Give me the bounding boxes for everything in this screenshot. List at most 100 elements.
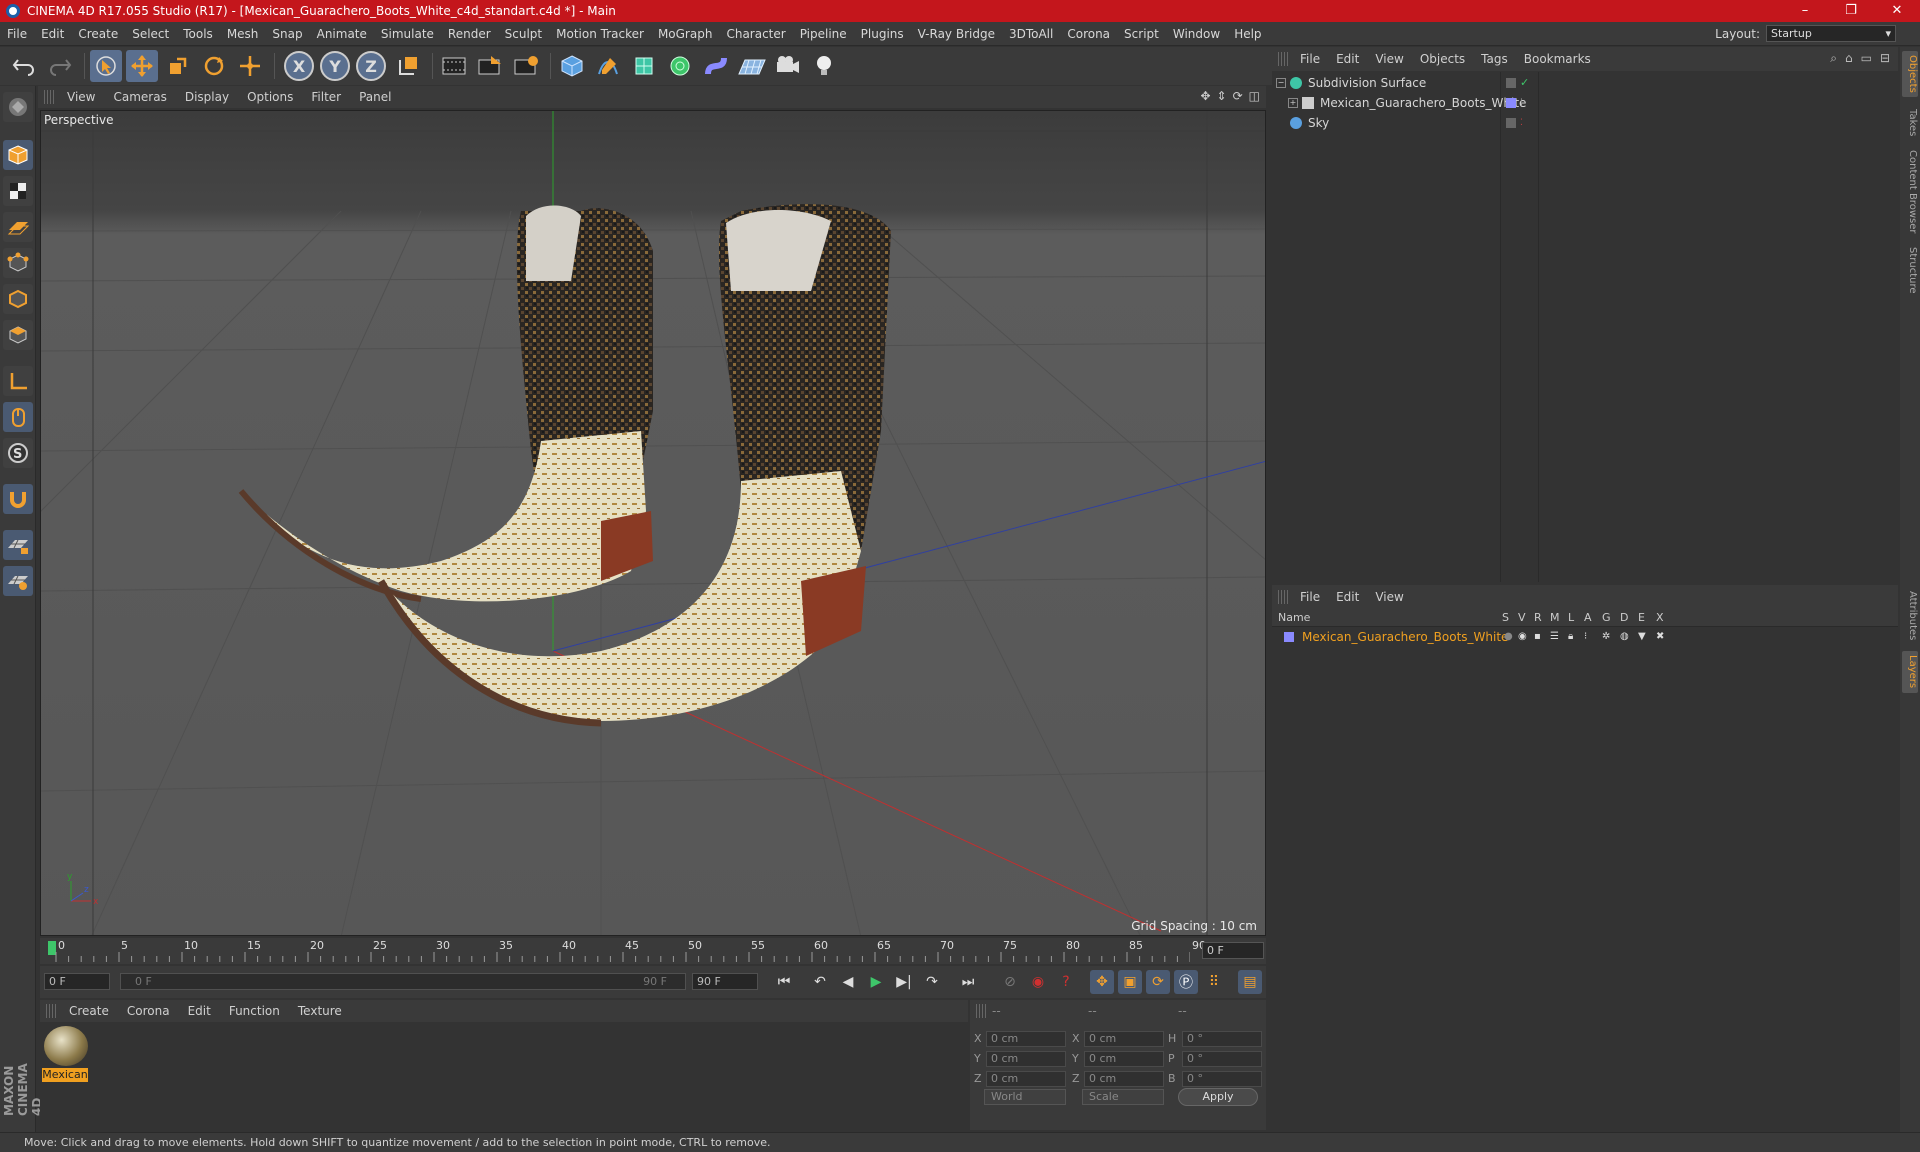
- tab-takes[interactable]: Takes: [1902, 105, 1918, 141]
- layer-xref-icon[interactable]: ✖: [1656, 631, 1664, 642]
- menu-help[interactable]: Help: [1227, 27, 1268, 41]
- render-settings-icon[interactable]: [510, 50, 542, 82]
- tab-content-browser[interactable]: Content Browser: [1902, 147, 1918, 237]
- menu-script[interactable]: Script: [1117, 27, 1166, 41]
- undo-icon[interactable]: [8, 50, 40, 82]
- deformer-icon[interactable]: [700, 50, 732, 82]
- snap-icon[interactable]: S: [3, 438, 33, 468]
- layers-menu-file[interactable]: File: [1292, 590, 1328, 604]
- orbit-icon[interactable]: ⟳: [1233, 89, 1243, 103]
- y-axis-lock-button[interactable]: Y: [320, 51, 350, 81]
- cloner-icon[interactable]: [664, 50, 696, 82]
- material-menu-edit[interactable]: Edit: [179, 1004, 220, 1018]
- render-to-picture-viewer-icon[interactable]: [474, 50, 506, 82]
- key-scale-icon[interactable]: ▣: [1118, 970, 1142, 994]
- visibility-dots-icon[interactable]: ⁚: [1520, 118, 1523, 128]
- current-frame-field[interactable]: 0 F: [1202, 942, 1264, 959]
- panel-grip-icon[interactable]: [976, 1004, 986, 1018]
- menu-motion-tracker[interactable]: Motion Tracker: [549, 27, 651, 41]
- layer-generator-icon[interactable]: ✲: [1602, 631, 1610, 642]
- autokeying-icon[interactable]: ?: [1054, 970, 1078, 994]
- make-editable-icon[interactable]: [3, 92, 33, 122]
- layers-menu-view[interactable]: View: [1367, 590, 1411, 604]
- workplane-mode-icon[interactable]: [3, 212, 33, 242]
- frame-range-slider[interactable]: 0 F 90 F: [120, 973, 686, 990]
- panel-grip-icon[interactable]: [1278, 52, 1288, 66]
- enabled-check-icon[interactable]: ✓: [1520, 76, 1529, 89]
- panel-grip-icon[interactable]: [46, 1004, 56, 1018]
- menu-mesh[interactable]: Mesh: [220, 27, 266, 41]
- rot-p-field[interactable]: 0 °: [1182, 1051, 1262, 1067]
- dolly-icon[interactable]: ⇕: [1217, 89, 1227, 103]
- menu-corona[interactable]: Corona: [1060, 27, 1117, 41]
- layer-render-icon[interactable]: ▪: [1534, 631, 1541, 642]
- tab-attributes[interactable]: Attributes: [1902, 587, 1918, 645]
- expand-toggle-icon[interactable]: +: [1288, 97, 1298, 108]
- pos-y-field[interactable]: 0 cm: [986, 1051, 1066, 1067]
- layer-tag-icon[interactable]: [1506, 77, 1516, 88]
- menu-sculpt[interactable]: Sculpt: [498, 27, 549, 41]
- subdivision-surface-icon[interactable]: [628, 50, 660, 82]
- pos-x-field[interactable]: 0 cm: [986, 1031, 1066, 1047]
- key-parameter-icon[interactable]: Ⓟ: [1174, 970, 1198, 994]
- material-name[interactable]: Mexican: [42, 1068, 88, 1082]
- home-icon[interactable]: ⌂: [1845, 51, 1853, 66]
- menu-select[interactable]: Select: [125, 27, 176, 41]
- workplane-lock-icon[interactable]: [3, 530, 33, 560]
- end-frame-field[interactable]: 90 F: [692, 973, 758, 990]
- col-animation[interactable]: A: [1584, 611, 1592, 624]
- rot-h-field[interactable]: 0 °: [1182, 1031, 1262, 1047]
- layers-menu-edit[interactable]: Edit: [1328, 590, 1367, 604]
- grid-snap-icon[interactable]: [3, 566, 33, 596]
- layer-animation-icon[interactable]: ⁝: [1584, 631, 1587, 642]
- menu-file[interactable]: File: [0, 27, 34, 41]
- layer-row[interactable]: Mexican_Guarachero_Boots_White ● ◉ ▪ ☰ 🔒…: [1272, 627, 1898, 646]
- layer-deformer-icon[interactable]: ◍: [1620, 631, 1629, 642]
- size-z-field[interactable]: 0 cm: [1084, 1071, 1164, 1087]
- play-forward-icon[interactable]: ▶: [864, 970, 888, 994]
- layer-lock-icon[interactable]: 🔒︎: [1568, 631, 1573, 642]
- light-object-icon[interactable]: [808, 50, 840, 82]
- motion-record-icon[interactable]: ⊘: [998, 970, 1022, 994]
- z-axis-lock-button[interactable]: Z: [356, 51, 386, 81]
- search-icon[interactable]: ⌕: [1830, 51, 1837, 66]
- layout-dropdown[interactable]: Startup: [1766, 25, 1896, 42]
- size-x-field[interactable]: 0 cm: [1084, 1031, 1164, 1047]
- size-y-field[interactable]: 0 cm: [1084, 1051, 1164, 1067]
- material-preview-sphere[interactable]: [44, 1026, 88, 1066]
- move-tool-icon[interactable]: [126, 50, 158, 82]
- cube-object-icon[interactable]: [556, 50, 588, 82]
- pan-icon[interactable]: ✥: [1200, 89, 1210, 103]
- scale-tool-icon[interactable]: [162, 50, 194, 82]
- tab-structure[interactable]: Structure: [1902, 243, 1918, 297]
- material-menu-texture[interactable]: Texture: [289, 1004, 351, 1018]
- visibility-dots-icon[interactable]: ⁚: [1520, 98, 1523, 108]
- menu-animate[interactable]: Animate: [310, 27, 374, 41]
- object-row-subdivision-surface[interactable]: − Subdivision Surface ✓: [1272, 73, 1898, 92]
- layer-color-icon[interactable]: [1506, 97, 1516, 108]
- viewport-menu-panel[interactable]: Panel: [350, 90, 400, 104]
- next-key-icon[interactable]: ↷: [920, 970, 944, 994]
- col-xref[interactable]: X: [1656, 611, 1664, 624]
- coordinate-system-icon[interactable]: [392, 50, 424, 82]
- model-mode-icon[interactable]: [3, 140, 33, 170]
- camera-object-icon[interactable]: [772, 50, 804, 82]
- tweak-mode-icon[interactable]: [3, 402, 33, 432]
- col-expressions[interactable]: E: [1638, 611, 1645, 624]
- key-position-icon[interactable]: ✥: [1090, 970, 1114, 994]
- tab-layers[interactable]: Layers: [1902, 651, 1918, 693]
- viewport-menu-options[interactable]: Options: [238, 90, 302, 104]
- viewport-menu-view[interactable]: View: [58, 90, 104, 104]
- menu-snap[interactable]: Snap: [265, 27, 309, 41]
- previous-frame-icon[interactable]: ◀: [836, 970, 860, 994]
- layer-name[interactable]: Mexican_Guarachero_Boots_White: [1302, 630, 1508, 644]
- texture-mode-icon[interactable]: [3, 176, 33, 206]
- tab-objects[interactable]: Objects: [1902, 51, 1918, 97]
- menu-character[interactable]: Character: [719, 27, 792, 41]
- object-row-sky[interactable]: Sky ⁚: [1272, 113, 1898, 132]
- go-to-start-icon[interactable]: ⏮: [772, 970, 796, 994]
- magnet-icon[interactable]: [3, 484, 33, 514]
- panel-maximize-icon[interactable]: ⊟: [1880, 51, 1890, 66]
- restore-button[interactable]: ❐: [1828, 0, 1874, 22]
- objects-menu-view[interactable]: View: [1367, 52, 1411, 66]
